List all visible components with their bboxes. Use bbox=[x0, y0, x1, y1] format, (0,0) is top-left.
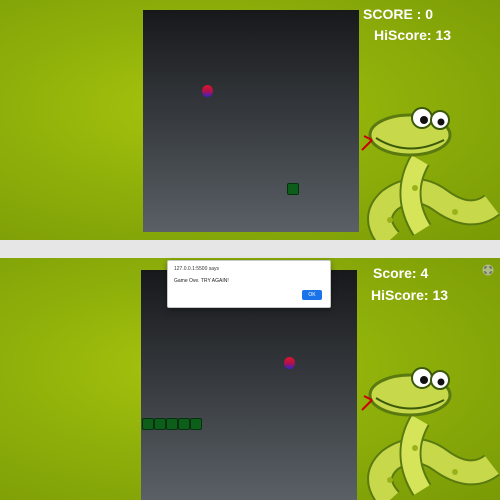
game-screen-top: SCORE : 0 HiScore: 13 bbox=[0, 0, 500, 240]
alert-origin: 127.0.0.1:5500 says bbox=[174, 266, 220, 272]
hiscore-label: HiScore: 13 bbox=[374, 27, 452, 43]
snake-segment bbox=[142, 418, 154, 430]
expand-icon[interactable] bbox=[482, 264, 494, 276]
food-item bbox=[202, 85, 213, 97]
ok-button[interactable]: OK bbox=[302, 290, 322, 300]
snake-mascot-icon bbox=[361, 107, 500, 240]
snake-mascot-icon bbox=[361, 367, 500, 500]
hiscore-label: HiScore: 13 bbox=[371, 287, 449, 303]
snake-segment bbox=[166, 418, 178, 430]
snake-segment bbox=[178, 418, 190, 430]
snake-head bbox=[287, 183, 299, 195]
screenshot-divider bbox=[0, 240, 500, 258]
score-label: SCORE : 0 bbox=[363, 6, 434, 22]
food-item bbox=[284, 357, 295, 369]
snake-head bbox=[190, 418, 202, 430]
game-board[interactable] bbox=[143, 10, 359, 232]
alert-message: Game Ove. TRY AGAIN! bbox=[174, 278, 229, 284]
alert-dialog: 127.0.0.1:5500 says Game Ove. TRY AGAIN!… bbox=[167, 260, 331, 308]
snake-segment bbox=[154, 418, 166, 430]
score-label: Score: 4 bbox=[373, 265, 429, 281]
